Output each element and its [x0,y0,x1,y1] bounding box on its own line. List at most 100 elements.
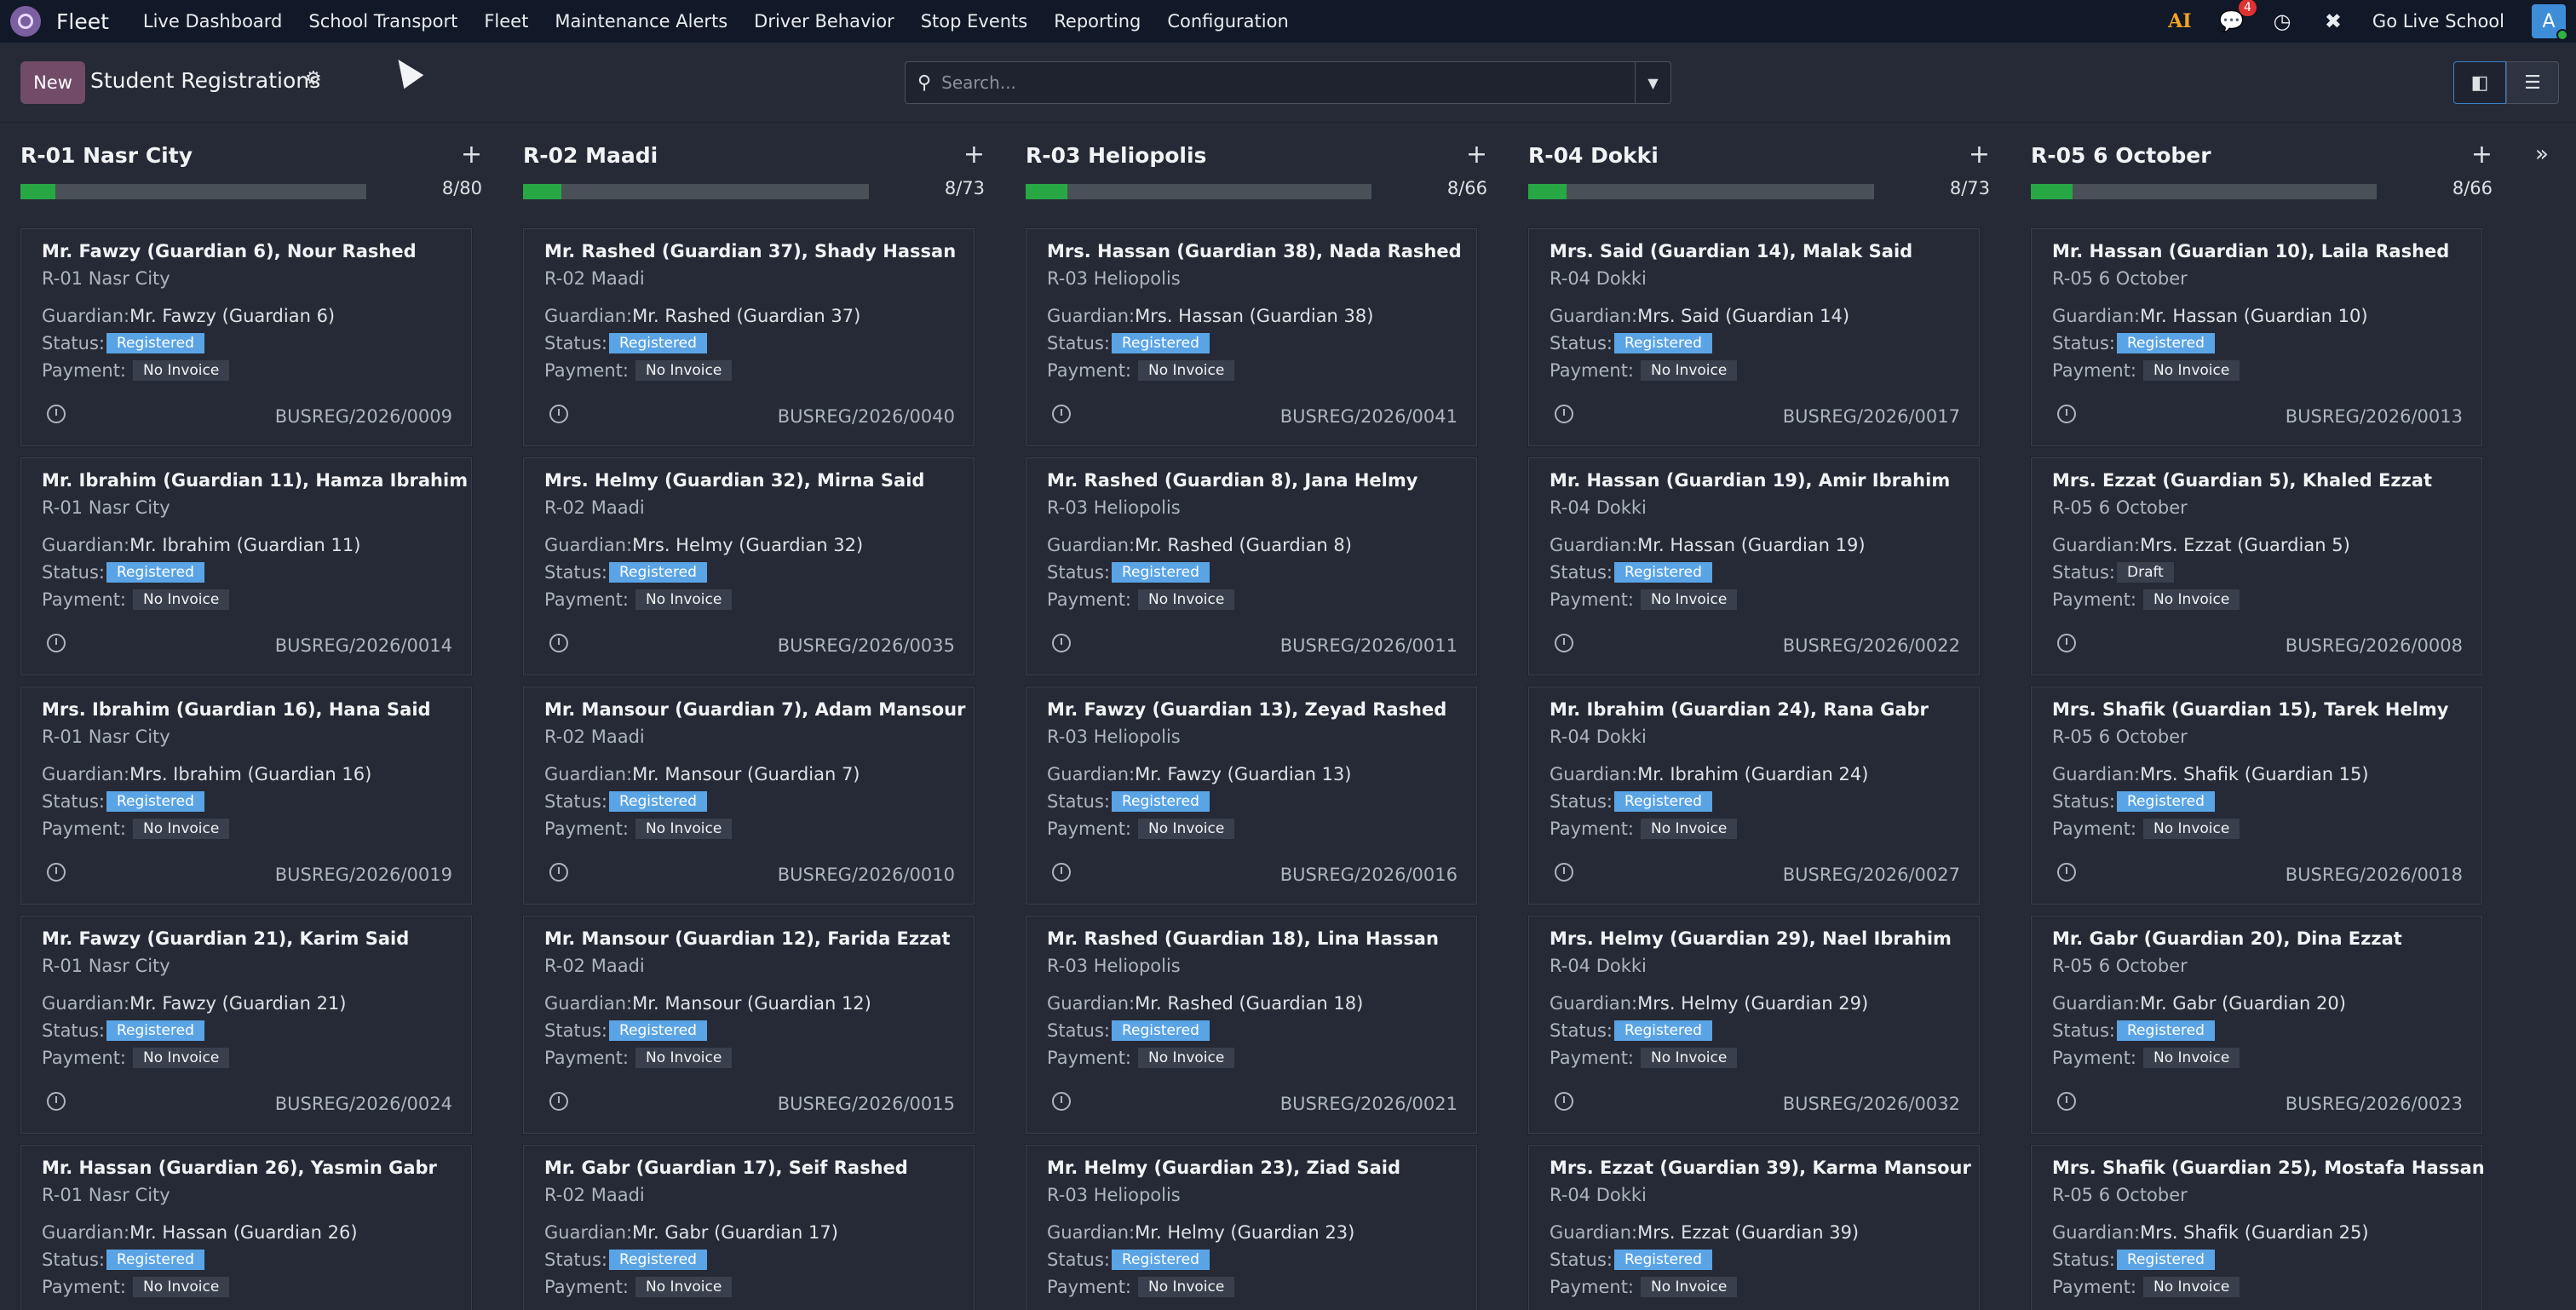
registration-card[interactable]: Mrs. Ezzat (Guardian 39), Karma Mansour … [1528,1145,1980,1310]
nav-reporting[interactable]: Reporting [1054,11,1141,32]
activity-clock-icon[interactable] [549,634,568,652]
registration-card[interactable]: Mrs. Helmy (Guardian 32), Mirna Said R-0… [523,457,975,675]
activity-clock-icon[interactable] [1555,634,1573,652]
registration-card[interactable]: Mr. Gabr (Guardian 20), Dina Ezzat R-05 … [2031,916,2482,1134]
add-card-icon[interactable]: + [461,140,482,169]
status-badge: Registered [106,333,204,353]
activity-clock-icon[interactable] [1052,405,1071,423]
activity-clock-icon[interactable] [1555,863,1573,882]
nav-driver-behavior[interactable]: Driver Behavior [754,11,894,32]
nav-stop-events[interactable]: Stop Events [921,11,1028,32]
registration-card[interactable]: Mrs. Shafik (Guardian 15), Tarek Helmy R… [2031,687,2482,905]
column-progress-bar[interactable] [523,184,869,199]
column-title[interactable]: R-05 6 October [2031,143,2211,168]
card-title: Mr. Ibrahim (Guardian 11), Hamza Ibrahim [42,470,469,491]
registration-card[interactable]: Mr. Helmy (Guardian 23), Ziad Said R-03 … [1026,1145,1477,1310]
activity-clock-icon[interactable] [1052,863,1071,882]
guardian-value: Mrs. Shafik (Guardian 15) [2140,764,2369,784]
add-card-icon[interactable]: + [2471,140,2493,169]
registration-card[interactable]: Mr. Fawzy (Guardian 6), Nour Rashed R-01… [20,228,472,446]
debug-tools-icon[interactable]: ✖ [2321,9,2345,33]
status-badge: Registered [1614,562,1712,583]
column-progress-bar[interactable] [20,184,366,199]
registration-card[interactable]: Mr. Rashed (Guardian 18), Lina Hassan R-… [1026,916,1477,1134]
registration-card[interactable]: Mr. Hassan (Guardian 19), Amir Ibrahim R… [1528,457,1980,675]
activity-clock-icon[interactable] [2057,634,2076,652]
activity-clock-icon[interactable] [1052,634,1071,652]
app-menu-icon[interactable] [10,6,41,37]
activity-clock-icon[interactable] [549,863,568,882]
ai-assistant-icon[interactable]: AI [2168,10,2192,32]
payment-badge: No Invoice [635,360,733,381]
registration-card[interactable]: Mrs. Shafik (Guardian 25), Mostafa Hassa… [2031,1145,2485,1310]
nav-live-dashboard[interactable]: Live Dashboard [143,11,283,32]
nav-maintenance-alerts[interactable]: Maintenance Alerts [555,11,727,32]
card-title: Mr. Fawzy (Guardian 13), Zeyad Rashed [1047,699,1447,720]
payment-label: Payment: [1047,819,1132,839]
activity-clock-icon[interactable] [1555,405,1573,423]
registration-card[interactable]: Mr. Fawzy (Guardian 13), Zeyad Rashed R-… [1026,687,1477,905]
registration-card[interactable]: Mr. Ibrahim (Guardian 24), Rana Gabr R-0… [1528,687,1980,905]
card-reference: BUSREG/2026/0010 [777,865,955,885]
column-title[interactable]: R-01 Nasr City [20,143,193,168]
registration-card[interactable]: Mrs. Hassan (Guardian 38), Nada Rashed R… [1026,228,1477,446]
registration-card[interactable]: Mr. Mansour (Guardian 7), Adam Mansour R… [523,687,975,905]
activity-clock-icon[interactable] [2057,405,2076,423]
payment-label: Payment: [42,360,127,381]
column-progress-bar[interactable] [1528,184,1874,199]
app-brand[interactable]: Fleet [56,9,109,34]
registration-card[interactable]: Mr. Hassan (Guardian 10), Laila Rashed R… [2031,228,2482,446]
registration-card[interactable]: Mr. Hassan (Guardian 26), Yasmin Gabr R-… [20,1145,472,1310]
new-button[interactable]: New [20,61,85,104]
search-options-toggle[interactable]: ▼ [1635,62,1670,103]
activity-clock-icon[interactable] [47,634,66,652]
kanban-view-button[interactable]: ◧ [2453,61,2506,104]
activity-clock-icon[interactable] [2057,1092,2076,1111]
activity-clock-icon[interactable] [549,1092,568,1111]
activity-clock-icon[interactable] [47,405,66,423]
status-row: Status: Registered [544,562,707,583]
list-view-button[interactable]: ☰ [2506,61,2559,104]
activity-clock-icon[interactable]: ◷ [2270,9,2294,33]
activity-clock-icon[interactable] [1555,1092,1573,1111]
activity-clock-icon[interactable] [1052,1092,1071,1111]
registration-card[interactable]: Mr. Rashed (Guardian 8), Jana Helmy R-03… [1026,457,1477,675]
column-title[interactable]: R-04 Dokki [1528,143,1659,168]
registration-card[interactable]: Mrs. Said (Guardian 14), Malak Said R-04… [1528,228,1980,446]
kanban-column: R-01 Nasr City + 8/80 Mr. Fawzy (Guardia… [0,123,482,1310]
registration-card[interactable]: Mr. Rashed (Guardian 37), Shady Hassan R… [523,228,975,446]
status-badge: Registered [1614,333,1712,353]
payment-row: Payment: No Invoice [1047,589,1235,610]
registration-card[interactable]: Mrs. Ezzat (Guardian 5), Khaled Ezzat R-… [2031,457,2482,675]
nav-school-transport[interactable]: School Transport [308,11,457,32]
guardian-value: Mr. Gabr (Guardian 20) [2140,993,2346,1014]
registration-card[interactable]: Mr. Gabr (Guardian 17), Seif Rashed R-02… [523,1145,975,1310]
activity-clock-icon[interactable] [549,405,568,423]
card-route: R-01 Nasr City [42,956,170,976]
activity-clock-icon[interactable] [47,863,66,882]
add-card-icon[interactable]: + [1969,140,1990,169]
activity-clock-icon[interactable] [2057,863,2076,882]
fold-columns-icon[interactable]: » [2535,141,2549,167]
registration-card[interactable]: Mrs. Ibrahim (Guardian 16), Hana Said R-… [20,687,472,905]
nav-configuration[interactable]: Configuration [1167,11,1288,32]
search-input[interactable] [941,72,1635,93]
registration-card[interactable]: Mr. Fawzy (Guardian 21), Karim Said R-01… [20,916,472,1134]
column-progress-bar[interactable] [1026,184,1371,199]
user-avatar[interactable]: A [2532,4,2568,41]
nav-fleet[interactable]: Fleet [484,11,528,32]
column-progress-bar[interactable] [2031,184,2377,199]
chat-icon[interactable]: 💬 4 [2219,0,2257,33]
column-title[interactable]: R-03 Heliopolis [1026,143,1206,168]
registration-card[interactable]: Mr. Ibrahim (Guardian 11), Hamza Ibrahim… [20,457,472,675]
registration-card[interactable]: Mr. Mansour (Guardian 12), Farida Ezzat … [523,916,975,1134]
card-reference: BUSREG/2026/0016 [1279,865,1458,885]
payment-label: Payment: [544,1277,630,1297]
add-card-icon[interactable]: + [963,140,985,169]
gear-icon[interactable]: ⚙ [305,68,322,89]
column-title[interactable]: R-02 Maadi [523,143,658,168]
activity-clock-icon[interactable] [47,1092,66,1111]
add-card-icon[interactable]: + [1466,140,1487,169]
company-switcher[interactable]: Go Live School [2372,11,2504,32]
registration-card[interactable]: Mrs. Helmy (Guardian 29), Nael Ibrahim R… [1528,916,1980,1134]
